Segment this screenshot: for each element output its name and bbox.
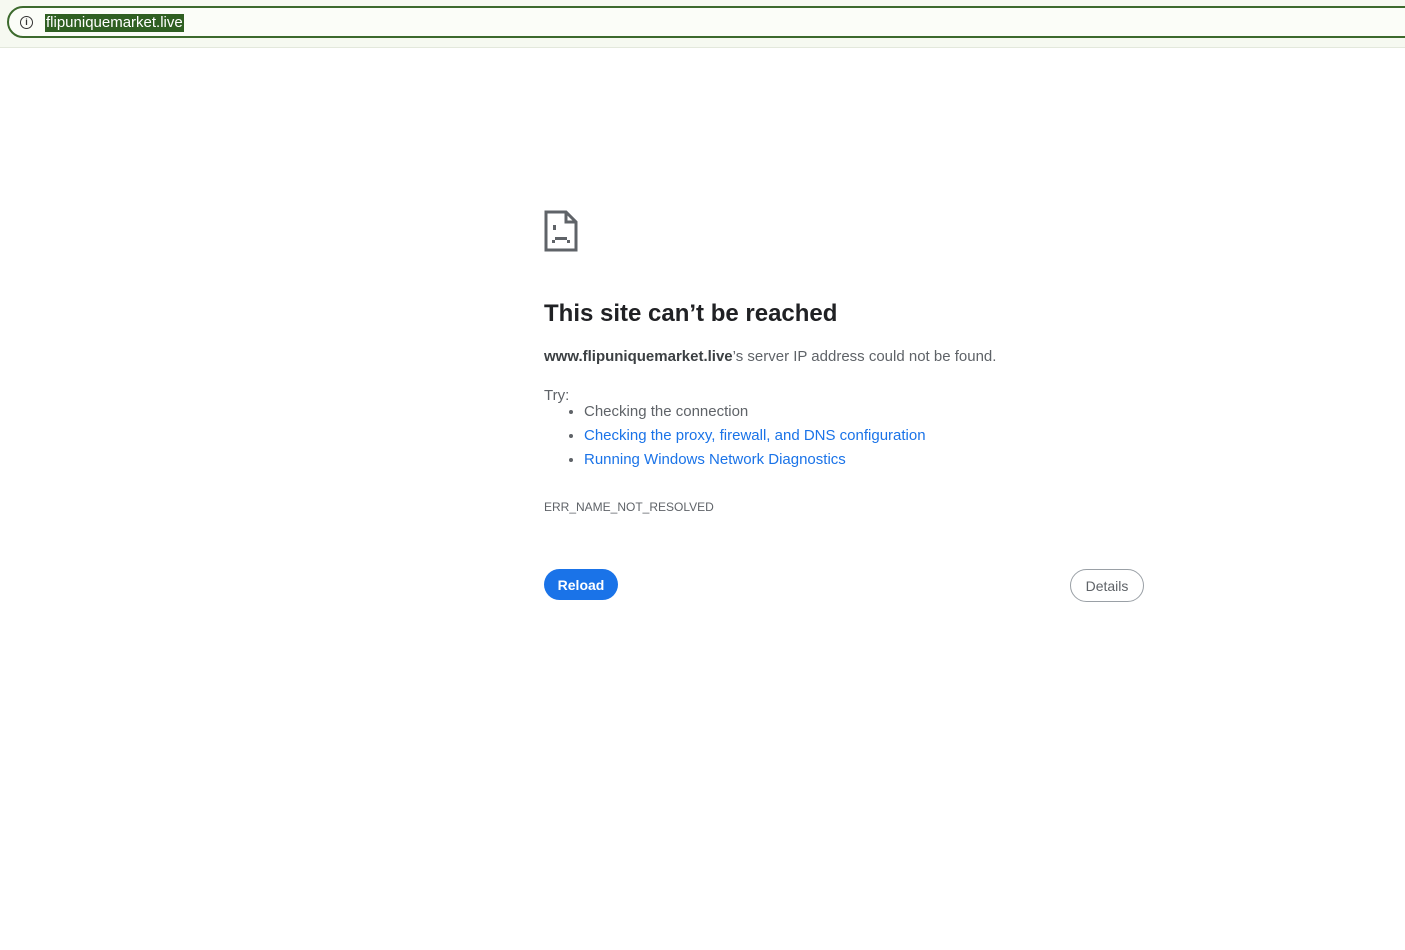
error-code: ERR_NAME_NOT_RESOLVED (544, 500, 714, 514)
proxy-dns-link[interactable]: Checking the proxy, firewall, and DNS co… (584, 427, 926, 444)
error-page: This site can’t be reached www.flipuniqu… (544, 210, 1144, 602)
info-icon[interactable]: i (20, 16, 33, 29)
host-name: www.flipuniquemarket.live (544, 348, 733, 365)
browser-toolbar: i flipuniquemarket.live (0, 0, 1405, 48)
suggestion-text: Checking the connection (584, 403, 749, 420)
error-summary: www.flipuniquemarket.live’s server IP ad… (544, 348, 996, 365)
sad-page-icon (544, 210, 578, 252)
suggestion-item: Checking the proxy, firewall, and DNS co… (584, 424, 926, 448)
suggestion-item: Checking the connection (584, 400, 926, 424)
network-diagnostics-link[interactable]: Running Windows Network Diagnostics (584, 451, 846, 468)
url-text[interactable]: flipuniquemarket.live (45, 14, 184, 32)
summary-text: ’s server IP address could not be found. (732, 348, 997, 365)
suggestion-item: Running Windows Network Diagnostics (584, 448, 926, 472)
details-button[interactable]: Details (1070, 569, 1144, 602)
reload-button[interactable]: Reload (544, 569, 618, 600)
address-bar[interactable]: i flipuniquemarket.live (7, 6, 1405, 38)
suggestions-list: Checking the connection Checking the pro… (544, 400, 926, 472)
error-title: This site can’t be reached (544, 300, 838, 327)
